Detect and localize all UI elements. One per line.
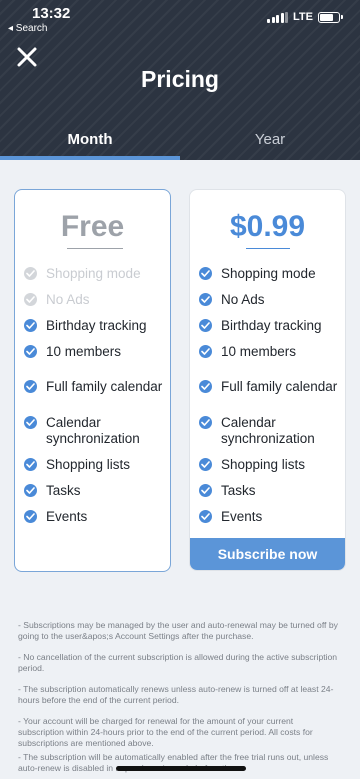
billing-period-tabs: Month Year	[0, 122, 360, 160]
feature-label: Calendar synchronization	[46, 415, 140, 446]
check-circle-icon	[24, 458, 37, 471]
network-type: LTE	[293, 11, 313, 23]
feature-label: No Ads	[46, 292, 90, 307]
feature-item: Full family calendar	[199, 379, 344, 395]
page-title: Pricing	[141, 66, 219, 92]
price-divider	[67, 248, 123, 249]
feature-item: 10 members	[24, 344, 169, 360]
tab-year[interactable]: Year	[180, 122, 360, 160]
feature-label: Birthday tracking	[46, 318, 147, 333]
free-plan-price: Free	[60, 210, 125, 243]
feature-item: Shopping mode	[24, 266, 169, 282]
feature-item: No Ads	[24, 292, 169, 308]
feature-label: Calendar synchronization	[221, 415, 315, 446]
home-indicator	[116, 766, 246, 771]
feature-label: Full family calendar	[221, 379, 338, 394]
check-circle-icon	[199, 267, 212, 280]
feature-item: Shopping lists	[24, 457, 169, 473]
feature-label: Shopping lists	[46, 457, 131, 472]
feature-label: Birthday tracking	[221, 318, 322, 333]
feature-label: Full family calendar	[46, 379, 163, 394]
paid-plan-card[interactable]: $0.99 Shopping mode No Ads Birthday tracki…	[189, 189, 346, 571]
check-circle-icon	[199, 484, 212, 497]
terms-paragraph: - The subscription automatically renews …	[18, 684, 334, 705]
terms-paragraph: - Your account will be charged for renew…	[18, 716, 313, 748]
feature-label: No Ads	[221, 292, 265, 307]
feature-item: Full family calendar	[24, 379, 169, 395]
free-plan-card[interactable]: Free Shopping mode No Ads Birthday trackin…	[14, 189, 171, 572]
check-circle-icon	[199, 458, 212, 471]
check-circle-icon	[199, 293, 212, 306]
status-indicators: LTE	[267, 11, 343, 23]
feature-item: Events	[24, 509, 169, 525]
feature-label: Tasks	[221, 483, 256, 498]
feature-item: Shopping lists	[199, 457, 344, 473]
feature-label: Events	[221, 509, 263, 524]
check-circle-icon	[24, 293, 37, 306]
price-divider	[246, 248, 290, 249]
feature-item: Birthday tracking	[24, 318, 169, 334]
check-circle-icon	[24, 345, 37, 358]
active-tab-indicator	[0, 156, 180, 160]
feature-item: Events	[199, 509, 344, 525]
tab-month[interactable]: Month	[0, 122, 180, 160]
check-circle-icon	[24, 319, 37, 332]
back-to-search-link[interactable]: ◂ Search	[8, 23, 47, 34]
check-circle-icon	[199, 416, 212, 429]
subscribe-now-button[interactable]: Subscribe now	[190, 538, 345, 570]
check-circle-icon	[24, 510, 37, 523]
feature-item: Tasks	[199, 483, 344, 499]
feature-item: 10 members	[199, 344, 344, 360]
check-circle-icon	[199, 510, 212, 523]
terms-paragraph: - Subscriptions may be managed by the us…	[18, 620, 338, 641]
feature-item: Calendar synchronization	[199, 415, 344, 447]
check-circle-icon	[24, 267, 37, 280]
feature-label: 10 members	[221, 344, 297, 359]
check-circle-icon	[199, 380, 212, 393]
feature-item: No Ads	[199, 292, 344, 308]
feature-label: Events	[46, 509, 88, 524]
feature-label: Shopping lists	[221, 457, 306, 472]
feature-item: Shopping mode	[199, 266, 344, 282]
paid-plan-price: $0.99	[229, 210, 306, 243]
pricing-header: 13:32 ◂ Search LTE Pricing Month Year	[0, 0, 360, 160]
check-circle-icon	[199, 319, 212, 332]
feature-item: Calendar synchronization	[24, 415, 169, 447]
check-circle-icon	[24, 416, 37, 429]
battery-icon	[318, 11, 343, 23]
check-circle-icon	[199, 345, 212, 358]
status-time: 13:32	[32, 5, 71, 22]
feature-label: Shopping mode	[46, 266, 141, 281]
feature-label: Shopping mode	[221, 266, 316, 281]
check-circle-icon	[24, 380, 37, 393]
feature-label: 10 members	[46, 344, 122, 359]
feature-item: Birthday tracking	[199, 318, 344, 334]
terms-paragraph: - No cancellation of the current subscri…	[18, 652, 338, 673]
feature-label: Tasks	[46, 483, 81, 498]
signal-icon	[267, 11, 289, 23]
feature-item: Tasks	[24, 483, 169, 499]
check-circle-icon	[24, 484, 37, 497]
